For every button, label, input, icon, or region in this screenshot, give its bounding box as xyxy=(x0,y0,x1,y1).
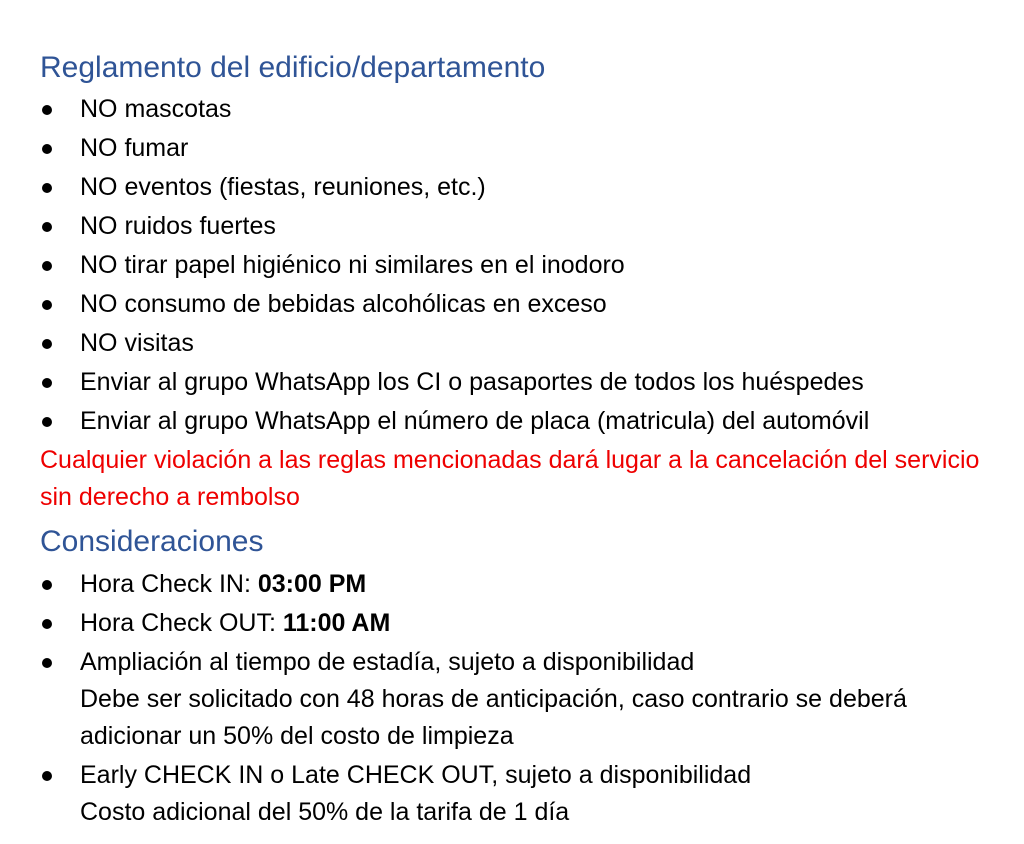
considerations-heading: Consideraciones xyxy=(40,525,264,558)
rule-text: NO consumo de bebidas alcohólicas en exc… xyxy=(80,290,607,318)
bullet-icon xyxy=(42,580,52,590)
bullet-icon xyxy=(42,378,52,388)
rules-heading: Reglamento del edificio/departamento xyxy=(40,51,546,84)
document-page: Reglamento del edificio/departamento NO … xyxy=(0,0,1024,844)
checkout-time: 11:00 AM xyxy=(282,609,391,637)
rule-text: NO fumar xyxy=(80,134,189,162)
list-item: Ampliación al tiempo de estadía, sujeto … xyxy=(40,644,1000,755)
list-item: NO mascotas xyxy=(40,90,1000,129)
checkin-time: 03:00 PM xyxy=(257,570,367,598)
bullet-icon xyxy=(42,105,52,115)
rules-list: NO mascotas NO fumar NO eventos (fiestas… xyxy=(40,90,1000,441)
rule-text: Enviar al grupo WhatsApp los CI o pasapo… xyxy=(80,368,864,396)
cancellation-warning: Cualquier violación a las reglas mencion… xyxy=(40,446,980,511)
extension-text: Ampliación al tiempo de estadía, sujeto … xyxy=(80,648,695,676)
list-item: NO tirar papel higiénico ni similares en… xyxy=(40,246,1000,285)
rule-text: NO eventos (fiestas, reuniones, etc.) xyxy=(80,173,486,201)
list-item: NO visitas xyxy=(40,324,1000,363)
list-item: NO fumar xyxy=(40,129,1000,168)
extension-note: Debe ser solicitado con 48 horas de anti… xyxy=(80,685,907,750)
bullet-icon xyxy=(42,619,52,629)
early-late-text: Early CHECK IN o Late CHECK OUT, sujeto … xyxy=(80,761,752,789)
list-item: Hora Check OUT: 11:00 AM xyxy=(40,605,1000,642)
rule-text: Enviar al grupo WhatsApp el número de pl… xyxy=(80,407,870,435)
bullet-icon xyxy=(42,183,52,193)
bullet-icon xyxy=(42,658,52,668)
list-item: NO eventos (fiestas, reuniones, etc.) xyxy=(40,168,1000,207)
rule-text: NO visitas xyxy=(80,329,194,357)
rule-text: NO ruidos fuertes xyxy=(80,212,276,240)
checkin-label: Hora Check IN: xyxy=(80,570,258,598)
bullet-icon xyxy=(42,417,52,427)
rule-text: NO tirar papel higiénico ni similares en… xyxy=(80,251,625,279)
bullet-icon xyxy=(42,300,52,310)
bullet-icon xyxy=(42,771,52,781)
early-late-note: Costo adicional del 50% de la tarifa de … xyxy=(80,798,570,826)
considerations-list: Hora Check IN: 03:00 PM Hora Check OUT: … xyxy=(40,566,1000,833)
bullet-icon xyxy=(42,222,52,232)
bullet-icon xyxy=(42,261,52,271)
list-item: NO ruidos fuertes xyxy=(40,207,1000,246)
checkout-label: Hora Check OUT: xyxy=(80,609,283,637)
list-item: Enviar al grupo WhatsApp los CI o pasapo… xyxy=(40,363,1000,402)
list-item: Enviar al grupo WhatsApp el número de pl… xyxy=(40,402,1000,441)
list-item: Early CHECK IN o Late CHECK OUT, sujeto … xyxy=(40,757,1000,831)
list-item: Hora Check IN: 03:00 PM xyxy=(40,566,1000,603)
bullet-icon xyxy=(42,339,52,349)
bullet-icon xyxy=(42,144,52,154)
rule-text: NO mascotas xyxy=(80,95,232,123)
list-item: NO consumo de bebidas alcohólicas en exc… xyxy=(40,285,1000,324)
